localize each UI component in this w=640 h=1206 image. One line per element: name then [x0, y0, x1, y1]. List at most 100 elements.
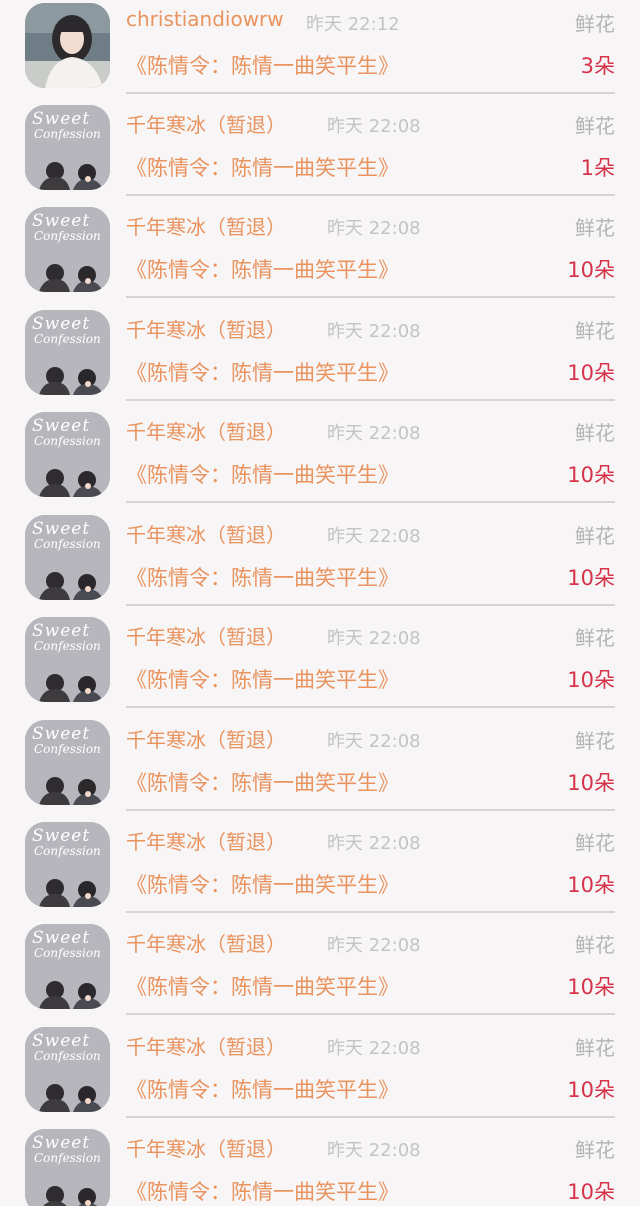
sweet-confession-avatar[interactable]: Sweet Confession	[25, 207, 110, 292]
sweet-confession-avatar[interactable]: Sweet Confession	[25, 105, 110, 190]
gift-count: 10朵	[567, 975, 615, 999]
gift-count: 10朵	[567, 873, 615, 897]
avatar-text-sweet: Sweet	[32, 211, 91, 231]
avatar-text-sweet: Sweet	[32, 826, 91, 846]
avatar-text-confession: Confession	[34, 537, 101, 551]
work-title-link[interactable]: 《陈情令：陈情一曲笑平生》	[126, 50, 399, 80]
gift-count: 10朵	[567, 258, 615, 282]
gift-record-row[interactable]: Sweet Confession 千年寒冰（暂退） 昨天 22:08 鲜花 《陈情令：陈情…	[0, 1123, 640, 1206]
work-title-link[interactable]: 《陈情令：陈情一曲笑平生》	[126, 459, 399, 489]
timestamp: 昨天 22:08	[327, 935, 421, 956]
work-title-link[interactable]: 《陈情令：陈情一曲笑平生》	[126, 664, 399, 694]
gift-record-row[interactable]: Sweet Confession 千年寒冰（暂退） 昨天 22:08 鲜花 《陈情令：陈情…	[0, 1021, 640, 1123]
gift-type-label: 鲜花	[575, 524, 615, 548]
avatar-text-confession: Confession	[34, 946, 101, 960]
avatar-text-confession: Confession	[34, 434, 101, 448]
sweet-confession-avatar[interactable]: Sweet Confession	[25, 310, 110, 395]
gift-record-row[interactable]: Sweet Confession 千年寒冰（暂退） 昨天 22:08 鲜花 《陈情令：陈情…	[0, 509, 640, 611]
avatar-text-sweet: Sweet	[32, 724, 91, 744]
gift-record-row[interactable]: Sweet Confession 千年寒冰（暂退） 昨天 22:08 鲜花 《陈情令：陈情…	[0, 201, 640, 303]
avatar-text-confession: Confession	[34, 742, 101, 756]
sweet-confession-avatar[interactable]: Sweet Confession	[25, 822, 110, 907]
avatar-text-confession: Confession	[34, 332, 101, 346]
work-title-link[interactable]: 《陈情令：陈情一曲笑平生》	[126, 357, 399, 387]
work-title-link[interactable]: 《陈情令：陈情一曲笑平生》	[126, 254, 399, 284]
avatar-text-confession: Confession	[34, 844, 101, 858]
row-divider	[126, 1116, 615, 1118]
gift-count: 10朵	[567, 463, 615, 487]
sender-name[interactable]: 千年寒冰（暂退）	[126, 621, 286, 650]
work-title-link[interactable]: 《陈情令：陈情一曲笑平生》	[126, 869, 399, 899]
sweet-confession-avatar[interactable]: Sweet Confession	[25, 412, 110, 497]
gift-type-label: 鲜花	[575, 626, 615, 650]
work-title-link[interactable]: 《陈情令：陈情一曲笑平生》	[126, 1176, 399, 1206]
gift-record-row[interactable]: christiandiowrw 昨天 22:12 鲜花《陈情令：陈情一曲笑平生》 3朵	[0, 0, 640, 99]
gift-record-list[interactable]: christiandiowrw 昨天 22:12 鲜花 《陈情令：陈情一曲笑平生》 3朵…	[0, 0, 640, 1206]
gift-record-row[interactable]: Sweet Confession 千年寒冰（暂退） 昨天 22:08 鲜花《陈情令：陈情…	[0, 816, 640, 918]
sender-name[interactable]: 千年寒冰（暂退）	[126, 314, 286, 343]
gift-type-label: 鲜花	[575, 421, 615, 445]
gift-count: 10朵	[567, 668, 615, 692]
gift-record-row[interactable]: Sweet Confession 千年寒冰（暂退） 昨天 22:08 鲜花《陈情令：陈情…	[0, 714, 640, 816]
row-divider	[126, 706, 615, 708]
timestamp: 昨天 22:08	[327, 833, 421, 854]
gift-type-label: 鲜花	[575, 729, 615, 753]
row-divider	[126, 1013, 615, 1015]
sweet-confession-avatar[interactable]: Sweet Confession	[25, 924, 110, 1009]
sender-name[interactable]: 千年寒冰（暂退）	[126, 519, 286, 548]
sender-name[interactable]: 千年寒冰（暂退）	[126, 109, 286, 138]
work-title-link[interactable]: 《陈情令：陈情一曲笑平生》	[126, 767, 399, 797]
avatar-text-sweet: Sweet	[32, 621, 91, 641]
gift-count: 10朵	[567, 1180, 615, 1204]
row-divider	[126, 92, 615, 94]
gift-record-row[interactable]: Sweet Confession 千年寒冰（暂退） 昨天 22:08 鲜花 《陈情令：陈情…	[0, 406, 640, 508]
sweet-confession-avatar[interactable]: Sweet Confession	[25, 515, 110, 600]
avatar-text-sweet: Sweet	[32, 1133, 91, 1153]
timestamp: 昨天 22:12	[306, 14, 400, 35]
work-title-link[interactable]: 《陈情令：陈情一曲笑平生》	[126, 1074, 399, 1104]
gift-record-row[interactable]: Sweet Confession 千年寒冰（暂退） 昨天 22:08 鲜花《陈情令：陈情…	[0, 99, 640, 201]
row-divider	[126, 604, 615, 606]
sweet-confession-avatar[interactable]: Sweet Confession	[25, 1027, 110, 1112]
sender-name[interactable]: 千年寒冰（暂退）	[126, 211, 286, 240]
gift-type-label: 鲜花	[575, 114, 615, 138]
gift-record-row[interactable]: Sweet Confession 千年寒冰（暂退） 昨天 22:08 鲜花《陈情令：陈情…	[0, 611, 640, 713]
avatar-text-confession: Confession	[34, 1049, 101, 1063]
row-divider	[126, 399, 615, 401]
work-title-link[interactable]: 《陈情令：陈情一曲笑平生》	[126, 971, 399, 1001]
work-title-link[interactable]: 《陈情令：陈情一曲笑平生》	[126, 562, 399, 592]
sender-name[interactable]: 千年寒冰（暂退）	[126, 416, 286, 445]
avatar-text-confession: Confession	[34, 639, 101, 653]
avatar-text-confession: Confession	[34, 229, 101, 243]
timestamp: 昨天 22:08	[327, 628, 421, 649]
girl-photo-avatar[interactable]	[25, 3, 110, 88]
sweet-confession-avatar[interactable]: Sweet Confession	[25, 1129, 110, 1206]
avatar-text-sweet: Sweet	[32, 109, 91, 129]
gift-type-label: 鲜花	[575, 12, 615, 36]
sender-name[interactable]: christiandiowrw	[126, 7, 284, 31]
avatar-text-sweet: Sweet	[32, 928, 91, 948]
row-divider	[126, 501, 615, 503]
timestamp: 昨天 22:08	[327, 321, 421, 342]
avatar-text-sweet: Sweet	[32, 416, 91, 436]
sweet-confession-avatar[interactable]: Sweet Confession	[25, 617, 110, 702]
timestamp: 昨天 22:08	[327, 116, 421, 137]
sender-name[interactable]: 千年寒冰（暂退）	[126, 724, 286, 753]
sweet-confession-avatar[interactable]: Sweet Confession	[25, 720, 110, 805]
gift-type-label: 鲜花	[575, 1138, 615, 1162]
sender-name[interactable]: 千年寒冰（暂退）	[126, 928, 286, 957]
sender-name[interactable]: 千年寒冰（暂退）	[126, 1133, 286, 1162]
timestamp: 昨天 22:08	[327, 218, 421, 239]
gift-type-label: 鲜花	[575, 831, 615, 855]
timestamp: 昨天 22:08	[327, 731, 421, 752]
sender-name[interactable]: 千年寒冰（暂退）	[126, 826, 286, 855]
gift-record-row[interactable]: Sweet Confession 千年寒冰（暂退） 昨天 22:08 鲜花 《陈情令：陈情…	[0, 304, 640, 406]
work-title-link[interactable]: 《陈情令：陈情一曲笑平生》	[126, 152, 399, 182]
sender-name[interactable]: 千年寒冰（暂退）	[126, 1031, 286, 1060]
gift-type-label: 鲜花	[575, 933, 615, 957]
avatar-text-confession: Confession	[34, 1151, 101, 1165]
gift-count: 3朵	[580, 54, 615, 78]
gift-type-label: 鲜花	[575, 1036, 615, 1060]
gift-count: 1朵	[580, 156, 615, 180]
gift-record-row[interactable]: Sweet Confession 千年寒冰（暂退） 昨天 22:08 鲜花《陈情令：陈情…	[0, 918, 640, 1020]
